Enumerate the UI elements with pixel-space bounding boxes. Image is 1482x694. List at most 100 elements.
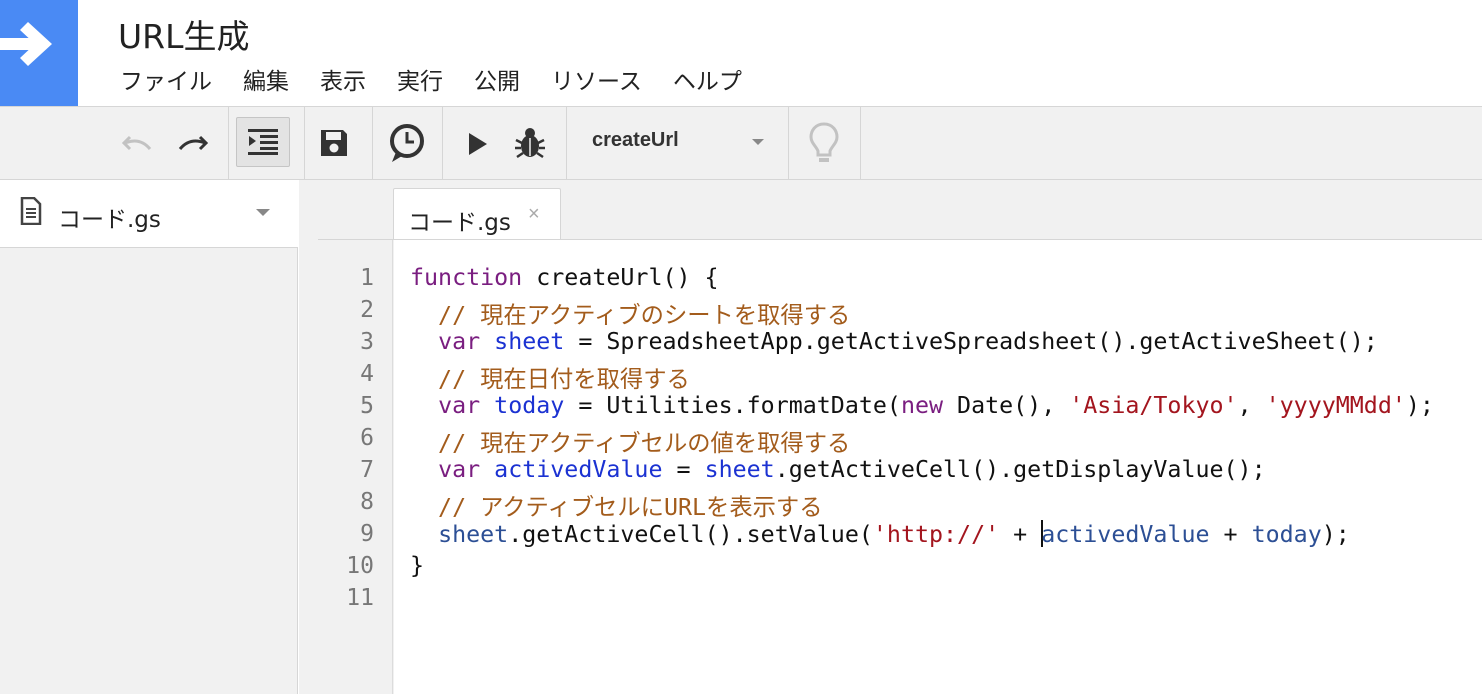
editor-area: コード.gs × 1 2 3 4 5 6 7 8 9 10 11 functio… xyxy=(299,180,1482,694)
function-select[interactable]: createUrl xyxy=(592,129,679,152)
clock-icon xyxy=(390,124,424,162)
run-button[interactable] xyxy=(460,127,496,161)
app-header: URL生成 ファイル 編集 表示 実行 公開 リソース ヘルプ xyxy=(0,0,1482,107)
indent-button[interactable] xyxy=(236,117,290,167)
toolbar-separator xyxy=(304,107,305,180)
comment: // 現在日付を取得する xyxy=(410,366,690,393)
menu-run[interactable]: 実行 xyxy=(397,62,443,95)
code-text: = SpreadsheetApp.getActiveSpreadsheet().… xyxy=(564,328,1378,355)
code-line[interactable]: function createUrl() { xyxy=(410,264,719,291)
code-line[interactable]: // アクティブセルにURLを表示する xyxy=(410,488,823,522)
code-text: = Utilities.formatDate( xyxy=(564,392,901,419)
line-number: 1 xyxy=(360,265,374,291)
save-button[interactable] xyxy=(314,123,354,163)
keyword: new xyxy=(900,392,944,419)
code-line[interactable]: var sheet = SpreadsheetApp.getActiveSpre… xyxy=(410,328,1378,355)
menu-publish[interactable]: 公開 xyxy=(474,62,520,95)
file-item-code-gs[interactable]: コード.gs xyxy=(0,180,298,248)
arrow-right-icon xyxy=(0,22,52,66)
line-number-gutter: 1 2 3 4 5 6 7 8 9 10 11 xyxy=(318,240,393,694)
file-name: コード.gs xyxy=(58,207,161,233)
code-line[interactable]: var activedValue = sheet.getActiveCell()… xyxy=(410,456,1266,483)
line-number: 3 xyxy=(360,329,374,355)
menu-resources[interactable]: リソース xyxy=(551,62,642,95)
toolbar-separator xyxy=(372,107,373,180)
document-icon xyxy=(20,197,42,225)
variable-def: today xyxy=(494,392,565,419)
indent-icon xyxy=(248,129,278,155)
redo-icon xyxy=(178,135,208,151)
tab-code-gs[interactable]: コード.gs × xyxy=(393,188,561,240)
save-icon xyxy=(321,130,347,156)
toolbar-separator xyxy=(860,107,861,180)
code-text: + xyxy=(999,521,1042,548)
code-text: ); xyxy=(1405,392,1434,419)
toolbar: createUrl xyxy=(0,107,1482,180)
keyword: var xyxy=(438,328,481,355)
code-text: createUrl() { xyxy=(522,264,719,291)
line-number: 8 xyxy=(360,489,374,515)
menu-help[interactable]: ヘルプ xyxy=(673,62,742,95)
keyword: var xyxy=(438,456,481,483)
variable-def: activedValue xyxy=(494,456,663,483)
variable: sheet xyxy=(704,456,775,483)
comment: // 現在アクティブセルの値を取得する xyxy=(410,430,851,457)
close-icon[interactable]: × xyxy=(528,203,540,226)
file-sidebar: コード.gs xyxy=(0,180,298,694)
line-number: 5 xyxy=(360,393,374,419)
undo-icon xyxy=(122,135,152,151)
menu-view[interactable]: 表示 xyxy=(320,62,366,95)
line-number: 6 xyxy=(360,425,374,451)
toolbar-separator xyxy=(566,107,567,180)
project-title[interactable]: URL生成 xyxy=(118,10,249,58)
chevron-down-icon[interactable] xyxy=(752,139,764,145)
variable-def: sheet xyxy=(494,328,565,355)
string-literal: 'yyyyMMdd' xyxy=(1265,392,1406,419)
code-text: .getActiveCell().setValue( xyxy=(508,521,873,548)
line-number: 10 xyxy=(346,553,374,579)
code-line[interactable]: // 現在アクティブのシートを取得する xyxy=(410,296,850,330)
undo-button[interactable] xyxy=(118,127,158,161)
string-literal: 'http://' xyxy=(872,521,1000,548)
code-text: .getActiveCell().getDisplayValue(); xyxy=(774,456,1266,483)
tab-label: コード.gs xyxy=(408,210,511,236)
comment: // アクティブセルにURLを表示する xyxy=(410,494,823,521)
code-text: } xyxy=(410,552,425,579)
code-line[interactable]: // 現在日付を取得する xyxy=(410,360,690,394)
variable: today xyxy=(1251,521,1322,548)
toolbar-separator xyxy=(228,107,229,180)
triggers-button[interactable] xyxy=(386,121,428,165)
code-editor[interactable]: function createUrl() { // 現在アクティブのシートを取得… xyxy=(394,240,1482,694)
variable: activedValue xyxy=(1041,521,1210,548)
variable: sheet xyxy=(438,521,509,548)
toolbar-separator xyxy=(788,107,789,180)
menu-file[interactable]: ファイル xyxy=(120,62,212,95)
menu-bar: ファイル 編集 表示 実行 公開 リソース ヘルプ xyxy=(120,62,773,95)
code-line[interactable]: // 現在アクティブセルの値を取得する xyxy=(410,424,850,458)
line-number: 9 xyxy=(360,521,374,547)
code-line[interactable]: var today = Utilities.formatDate(new Dat… xyxy=(410,392,1434,419)
line-number: 4 xyxy=(360,361,374,387)
code-line[interactable]: sheet.getActiveCell().setValue('http://'… xyxy=(410,520,1350,548)
execution-hints-button[interactable] xyxy=(804,119,844,167)
apps-script-logo[interactable] xyxy=(0,0,78,106)
debug-button[interactable] xyxy=(512,123,548,163)
line-number: 11 xyxy=(346,585,374,611)
code-text: ); xyxy=(1321,521,1350,548)
code-text: = xyxy=(662,456,705,483)
code-line[interactable]: } xyxy=(410,552,424,579)
code-text: Date(), xyxy=(943,392,1070,419)
play-icon xyxy=(469,133,487,155)
redo-button[interactable] xyxy=(172,127,212,161)
toolbar-separator xyxy=(442,107,443,180)
file-menu-dropdown-icon[interactable] xyxy=(256,209,270,216)
bug-icon xyxy=(515,128,545,159)
code-text: + xyxy=(1209,521,1252,548)
keyword: function xyxy=(410,264,523,291)
line-number: 7 xyxy=(360,457,374,483)
menu-edit[interactable]: 編集 xyxy=(243,62,289,95)
line-number: 2 xyxy=(360,297,374,323)
